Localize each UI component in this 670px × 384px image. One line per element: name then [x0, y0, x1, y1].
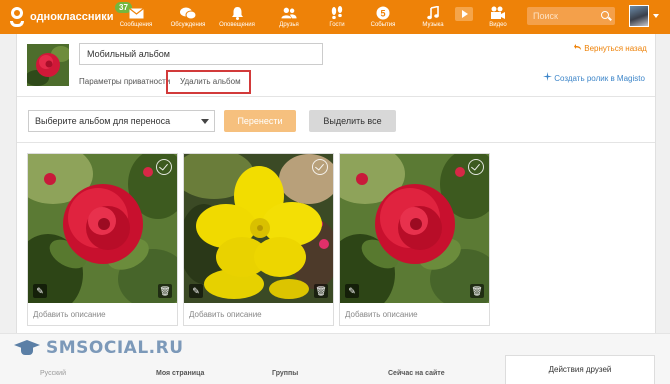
- ok-logo-icon: [8, 6, 26, 28]
- chat-bubbles-icon: [180, 6, 196, 20]
- nav-friends[interactable]: Друзья: [275, 0, 303, 34]
- watermark: SMSOCIAL.RU: [14, 338, 184, 358]
- photo-red-rose[interactable]: ✎ 🗑: [28, 154, 177, 303]
- trash-icon[interactable]: 🗑: [158, 284, 172, 298]
- select-photo-checkbox[interactable]: [468, 159, 484, 175]
- nav-discussions-label: Обсуждения: [170, 22, 206, 28]
- bell-icon: [229, 6, 245, 20]
- play-icon[interactable]: [455, 7, 473, 21]
- back-link-label: Вернуться назад: [584, 44, 647, 53]
- brand-name: одноклассники: [30, 11, 114, 23]
- language-link[interactable]: Русский: [40, 370, 66, 377]
- dropdown-arrow-icon: [201, 119, 209, 124]
- edit-pencil-icon[interactable]: ✎: [189, 284, 203, 298]
- page-background-left: [0, 34, 16, 384]
- user-avatar[interactable]: [629, 5, 649, 27]
- target-album-select[interactable]: Выберите альбом для переноса: [28, 110, 215, 132]
- edit-pencil-icon[interactable]: ✎: [345, 284, 359, 298]
- select-photo-checkbox[interactable]: [156, 159, 172, 175]
- create-magisto-video-link[interactable]: Создать ролик в Magisto: [543, 72, 645, 83]
- music-note-icon: [425, 6, 441, 20]
- photo-yellow-flower[interactable]: ✎ 🗑: [184, 154, 333, 303]
- trash-icon[interactable]: 🗑: [314, 284, 328, 298]
- envelope-icon: [128, 6, 144, 20]
- page-background-right: [656, 34, 670, 384]
- magisto-star-icon: [543, 72, 552, 81]
- nav-notifications[interactable]: Оповещения: [219, 0, 255, 34]
- top-navigation-bar: одноклассники 37 Сообщения Обсуждения Оп…: [0, 0, 670, 34]
- search-icon[interactable]: [601, 11, 609, 19]
- footer-link-groups[interactable]: Группы: [272, 370, 298, 377]
- nav-messages[interactable]: Сообщения: [119, 0, 153, 34]
- album-name-input[interactable]: Мобильный альбом: [79, 43, 323, 65]
- nav-discussions[interactable]: Обсуждения: [170, 0, 206, 34]
- section-divider: [17, 142, 655, 143]
- nav-video[interactable]: Видео: [486, 0, 510, 34]
- nav-video-label: Видео: [489, 22, 507, 28]
- watermark-text: SMSOCIAL.RU: [46, 338, 184, 358]
- album-cover-thumbnail[interactable]: [27, 44, 69, 86]
- move-button[interactable]: Перенести: [224, 110, 296, 132]
- back-arrow-icon: [574, 44, 581, 50]
- photo-description-input[interactable]: Добавить описание: [345, 310, 418, 319]
- chevron-down-icon[interactable]: [653, 14, 659, 18]
- photo-card: ✎ 🗑 Добавить описание: [183, 153, 334, 326]
- friends-icon: [281, 6, 297, 20]
- graduation-cap-icon: [14, 338, 40, 358]
- photo-red-rose[interactable]: ✎ 🗑: [340, 154, 489, 303]
- footer-link-my-page[interactable]: Моя страница: [156, 370, 204, 377]
- friends-activity-tab[interactable]: Действия друзей: [505, 355, 655, 384]
- edit-pencil-icon[interactable]: ✎: [33, 284, 47, 298]
- ok-logo[interactable]: одноклассники: [8, 6, 114, 28]
- select-all-button[interactable]: Выделить все: [309, 110, 396, 132]
- nav-messages-label: Сообщения: [119, 22, 153, 28]
- nav-guests[interactable]: Гости: [323, 0, 351, 34]
- nav-events[interactable]: 5 События: [368, 0, 398, 34]
- svg-text:5: 5: [380, 9, 385, 19]
- footprints-icon: [329, 6, 345, 20]
- nav-music-label: Музыка: [422, 22, 444, 28]
- video-camera-icon: [490, 6, 506, 20]
- photo-description-input[interactable]: Добавить описание: [33, 310, 106, 319]
- nav-guests-label: Гости: [329, 22, 345, 28]
- search-input[interactable]: Поиск: [527, 7, 615, 25]
- photo-card: ✎ 🗑 Добавить описание: [27, 153, 178, 326]
- nav-notifications-label: Оповещения: [219, 22, 255, 28]
- section-divider: [17, 96, 655, 97]
- delete-album-link[interactable]: Удалить альбом: [180, 77, 241, 86]
- select-photo-checkbox[interactable]: [312, 159, 328, 175]
- trash-icon[interactable]: 🗑: [470, 284, 484, 298]
- nav-music[interactable]: Музыка: [420, 0, 446, 34]
- search-placeholder: Поиск: [533, 11, 558, 21]
- nav-friends-label: Друзья: [279, 22, 299, 28]
- nav-events-label: События: [370, 22, 396, 28]
- target-album-select-value: Выберите альбом для переноса: [35, 116, 171, 126]
- ruble-coin-icon: 5: [375, 6, 391, 20]
- photo-description-input[interactable]: Добавить описание: [189, 310, 262, 319]
- back-link[interactable]: Вернуться назад: [574, 44, 647, 53]
- photo-card: ✎ 🗑 Добавить описание: [339, 153, 490, 326]
- privacy-settings-link[interactable]: Параметры приватности: [79, 77, 170, 86]
- footer-link-online-now[interactable]: Сейчас на сайте: [388, 370, 445, 377]
- magisto-link-label: Создать ролик в Magisto: [554, 74, 645, 83]
